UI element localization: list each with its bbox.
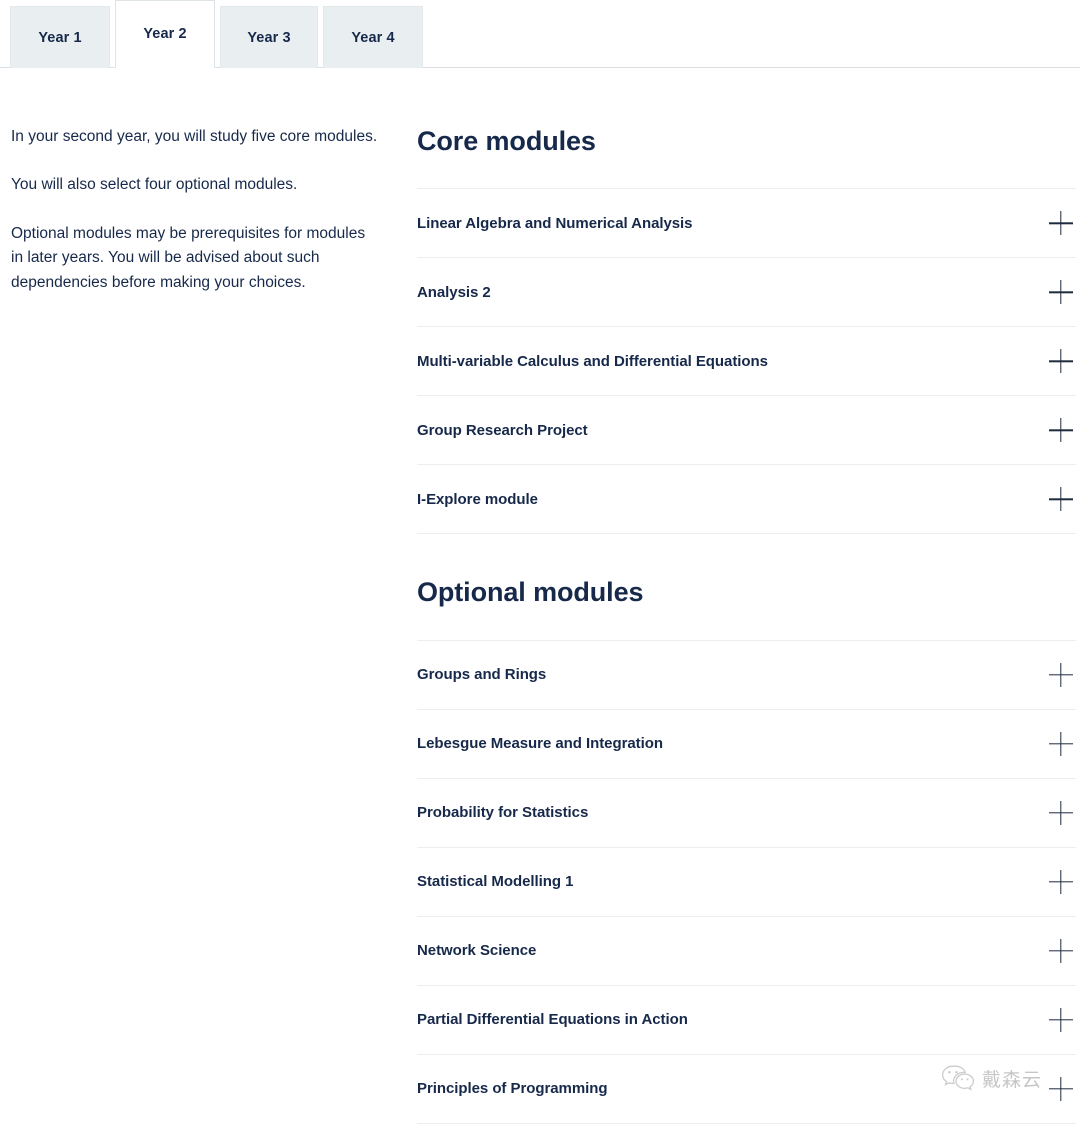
plus-icon[interactable] [1049, 349, 1073, 373]
year-tab-strip: Year 1 Year 2 Year 3 Year 4 [0, 0, 1080, 68]
plus-icon[interactable] [1049, 487, 1073, 511]
tab-panel-year-2: In your second year, you will study five… [0, 68, 1080, 1124]
plus-icon[interactable] [1049, 870, 1073, 894]
module-accordion-item[interactable]: Lebesgue Measure and Integration [417, 710, 1076, 779]
intro-paragraph-1: In your second year, you will study five… [11, 128, 378, 145]
modules-column: Core modules Linear Algebra and Numerica… [392, 125, 1080, 1124]
module-title: Network Science [417, 942, 537, 960]
intro-paragraph-3: Optional modules may be prerequisites fo… [11, 224, 366, 291]
plus-icon[interactable] [1049, 732, 1073, 756]
plus-icon[interactable] [1049, 418, 1073, 442]
module-accordion-item[interactable]: Network Science [417, 917, 1076, 986]
module-accordion-item[interactable]: Partial Differential Equations in Action [417, 986, 1076, 1055]
module-accordion-item[interactable]: Groups and Rings [417, 641, 1076, 710]
plus-icon[interactable] [1049, 1077, 1073, 1101]
module-accordion-item[interactable]: Multi-variable Calculus and Differential… [417, 327, 1076, 397]
module-title: Linear Algebra and Numerical Analysis [417, 214, 693, 232]
tab-year-4[interactable]: Year 4 [323, 6, 423, 68]
module-accordion-item[interactable]: Probability for Statistics [417, 779, 1076, 848]
module-accordion-item[interactable]: Group Research Project [417, 396, 1076, 466]
core-modules-list: Linear Algebra and Numerical Analysis An… [417, 188, 1076, 535]
core-modules-heading: Core modules [417, 126, 596, 156]
section-core-modules: Core modules Linear Algebra and Numerica… [417, 125, 1076, 535]
tab-list: Year 1 Year 2 Year 3 Year 4 [10, 0, 423, 68]
tab-year-2[interactable]: Year 2 [115, 0, 215, 68]
plus-icon[interactable] [1049, 939, 1073, 963]
module-accordion-item[interactable]: Analysis 2 [417, 258, 1076, 328]
module-title: I-Explore module [417, 490, 538, 508]
module-accordion-item[interactable]: Principles of Programming [417, 1055, 1076, 1124]
module-accordion-item[interactable]: Linear Algebra and Numerical Analysis [417, 189, 1076, 259]
tab-year-1-label: Year 1 [38, 29, 82, 46]
optional-modules-list: Groups and Rings Lebesgue Measure and In… [417, 639, 1076, 1124]
optional-modules-heading: Optional modules [417, 577, 644, 608]
module-accordion-item[interactable]: Statistical Modelling 1 [417, 848, 1076, 917]
module-title: Lebesgue Measure and Integration [417, 735, 663, 753]
module-title: Partial Differential Equations in Action [417, 1011, 688, 1029]
intro-paragraph-2: You will also select four optional modul… [11, 176, 298, 194]
tab-year-1[interactable]: Year 1 [10, 6, 110, 68]
module-title: Groups and Rings [417, 666, 547, 684]
module-title: Analysis 2 [417, 283, 491, 301]
module-title: Probability for Statistics [417, 804, 589, 822]
plus-icon[interactable] [1049, 211, 1073, 235]
module-title: Multi-variable Calculus and Differential… [417, 352, 768, 370]
plus-icon[interactable] [1049, 663, 1073, 687]
plus-icon[interactable] [1049, 1008, 1073, 1032]
tab-year-3-label: Year 3 [247, 29, 291, 46]
module-accordion-item[interactable]: I-Explore module [417, 465, 1076, 535]
year-intro-column: In your second year, you will study five… [0, 125, 392, 295]
plus-icon[interactable] [1049, 801, 1073, 825]
tab-year-2-label: Year 2 [143, 26, 187, 42]
tab-year-4-label: Year 4 [351, 29, 395, 46]
module-title: Statistical Modelling 1 [417, 873, 574, 891]
section-optional-modules: Optional modules Groups and Rings Lebesg… [417, 576, 1076, 1124]
plus-icon[interactable] [1049, 280, 1073, 304]
module-title: Group Research Project [417, 421, 588, 439]
module-title: Principles of Programming [417, 1080, 608, 1098]
tab-year-3[interactable]: Year 3 [220, 6, 318, 68]
